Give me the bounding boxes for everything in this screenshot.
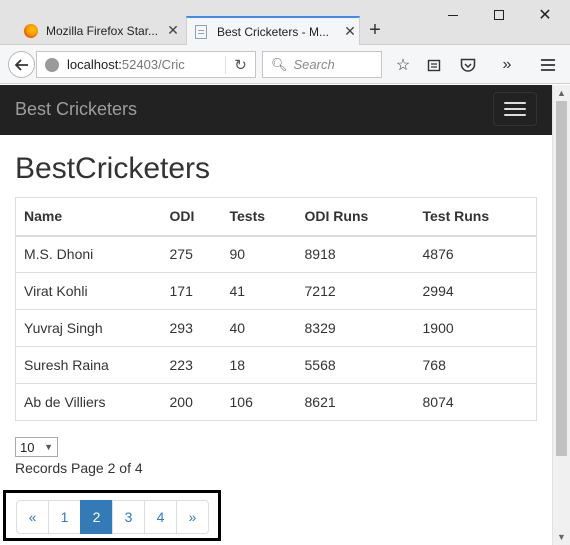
browser-tab-bar: Mozilla Firefox Star... ✕ Best Cricketer… <box>0 0 570 45</box>
cell-name: Yuvraj Singh <box>15 309 162 347</box>
cell-tests: 18 <box>221 346 297 384</box>
cell-odi-runs: 5568 <box>296 346 415 384</box>
header-odi: ODI <box>161 197 222 237</box>
scrollbar-thumb[interactable] <box>556 101 567 456</box>
back-arrow-icon <box>14 58 28 71</box>
overflow-chevron-icon[interactable]: » <box>496 54 518 76</box>
cell-tests: 106 <box>221 383 297 421</box>
search-icon: 🔍︎ <box>271 56 288 72</box>
scroll-down-arrow-icon[interactable]: ▼ <box>553 529 570 545</box>
cell-odi-runs: 8329 <box>296 309 415 347</box>
minimize-button[interactable] <box>430 2 476 28</box>
cricketers-table: Name ODI Tests ODI Runs Test Runs M.S. D… <box>15 197 537 421</box>
cell-odi: 275 <box>161 235 222 273</box>
maximize-button[interactable] <box>476 2 522 28</box>
cell-odi-runs: 8918 <box>296 235 415 273</box>
chevron-down-icon: ▼ <box>44 442 53 452</box>
cell-odi-runs: 8621 <box>296 383 415 421</box>
tab-firefox-start[interactable]: Mozilla Firefox Star... ✕ <box>16 16 182 45</box>
new-tab-button[interactable]: + <box>365 18 385 42</box>
table-header-row: Name ODI Tests ODI Runs Test Runs <box>15 197 537 237</box>
pagination-page-1[interactable]: 1 <box>48 500 81 534</box>
cell-name: M.S. Dhoni <box>15 235 162 273</box>
scroll-up-arrow-icon[interactable]: ▲ <box>553 85 570 101</box>
cell-tests: 90 <box>221 235 297 273</box>
minimize-icon <box>448 14 458 16</box>
url-text[interactable]: localhost:52403/Cric <box>67 57 225 72</box>
toggle-bar-icon <box>504 102 526 104</box>
header-name: Name <box>15 197 162 237</box>
cell-test-runs: 4876 <box>414 235 537 273</box>
pagination-page-4[interactable]: 4 <box>144 500 177 534</box>
cell-name: Ab de Villiers <box>15 383 162 421</box>
cell-odi-runs: 7212 <box>296 272 415 310</box>
page-title: BestCricketers <box>15 152 211 185</box>
cell-odi: 171 <box>161 272 222 310</box>
tab-best-cricketers[interactable]: Best Cricketers - M... ✕ <box>186 16 360 45</box>
table-row: Yuvraj Singh 293 40 8329 1900 <box>15 309 537 347</box>
tab-title: Mozilla Firefox Star... <box>46 23 159 38</box>
search-placeholder: Search <box>293 57 335 72</box>
page-viewport: Best Cricketers BestCricketers Name ODI … <box>0 85 552 545</box>
tab-title: Best Cricketers - M... <box>217 24 330 39</box>
url-bar[interactable]: localhost:52403/Cric ↻ <box>36 51 256 78</box>
bookmark-star-icon[interactable]: ☆ <box>392 54 414 76</box>
globe-icon <box>45 57 59 72</box>
cell-name: Virat Kohli <box>15 272 162 310</box>
page-icon <box>195 24 207 39</box>
cell-test-runs: 2994 <box>414 272 537 310</box>
table-row: M.S. Dhoni 275 90 8918 4876 <box>15 235 537 273</box>
cell-tests: 40 <box>221 309 297 347</box>
window-close-button[interactable]: ✕ <box>522 2 568 28</box>
cell-test-runs: 768 <box>414 346 537 384</box>
search-input[interactable]: 🔍︎ Search <box>262 51 382 78</box>
header-test-runs: Test Runs <box>414 197 537 237</box>
cell-odi: 200 <box>161 383 222 421</box>
close-icon[interactable]: ✕ <box>164 22 182 39</box>
page-size-value: 10 <box>20 439 35 455</box>
hamburger-menu-icon[interactable] <box>537 54 559 76</box>
vertical-scrollbar[interactable]: ▲ ▼ <box>552 85 570 545</box>
pagination-first[interactable]: « <box>16 500 49 534</box>
page-size-select[interactable]: 10 ▼ <box>15 437 58 457</box>
cell-tests: 41 <box>221 272 297 310</box>
pagination-page-2[interactable]: 2 <box>80 500 113 534</box>
table-row: Virat Kohli 171 41 7212 2994 <box>15 272 537 310</box>
cell-name: Suresh Raina <box>15 346 162 384</box>
reading-list-icon[interactable] <box>423 54 445 76</box>
pocket-icon[interactable] <box>457 54 479 76</box>
header-odi-runs: ODI Runs <box>296 197 415 237</box>
cell-test-runs: 1900 <box>414 309 537 347</box>
table-row: Suresh Raina 223 18 5568 768 <box>15 346 537 384</box>
browser-nav-bar: localhost:52403/Cric ↻ 🔍︎ Search ☆ » <box>0 45 570 84</box>
back-button[interactable] <box>8 51 35 78</box>
pagination-last[interactable]: » <box>176 500 209 534</box>
table-row: Ab de Villiers 200 106 8621 8074 <box>15 383 537 421</box>
cell-odi: 223 <box>161 346 222 384</box>
pagination: « 1 2 3 4 » <box>16 500 209 534</box>
cell-odi: 293 <box>161 309 222 347</box>
header-tests: Tests <box>221 197 297 237</box>
toggle-bar-icon <box>504 114 526 116</box>
records-page-text: Records Page 2 of 4 <box>15 460 143 476</box>
close-icon[interactable]: ✕ <box>341 23 359 40</box>
site-navbar: Best Cricketers <box>0 85 552 135</box>
navbar-toggle-button[interactable] <box>493 92 537 126</box>
toggle-bar-icon <box>504 108 526 110</box>
reload-icon[interactable]: ↻ <box>225 55 255 74</box>
cell-test-runs: 8074 <box>414 383 537 421</box>
firefox-logo-icon <box>24 23 38 38</box>
site-brand[interactable]: Best Cricketers <box>15 99 137 120</box>
pagination-page-3[interactable]: 3 <box>112 500 145 534</box>
maximize-icon <box>494 10 504 20</box>
